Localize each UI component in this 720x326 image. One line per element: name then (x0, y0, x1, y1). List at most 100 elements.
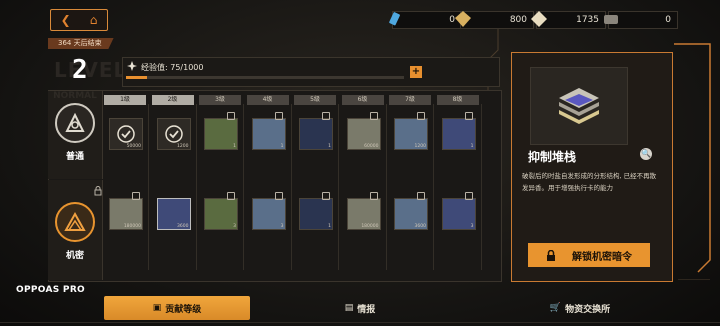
currency-value: 1735 (576, 15, 599, 25)
level-ghost-text: LEVEL (54, 58, 128, 82)
tier-name: 普通 (65, 152, 84, 162)
reward-quantity: 60000 (364, 144, 379, 149)
reward-quantity: 180000 (361, 224, 379, 229)
navy-chest-icon: 3 (441, 192, 476, 230)
reward-cell[interactable]: 3 (247, 184, 292, 270)
reward-quantity: 3 (280, 224, 284, 229)
season-timer: 364 天后结束 (48, 38, 114, 49)
back-arrow-icon[interactable]: ❮ (61, 13, 71, 27)
reward-cell[interactable]: 180000 (342, 184, 387, 270)
reward-quantity: 180000 (123, 224, 141, 229)
reward-cell[interactable]: 3600 (152, 184, 197, 270)
navy-chest-icon: 3600 (156, 198, 191, 230)
lock-icon (94, 186, 102, 196)
tab-label: 情报 (357, 304, 376, 315)
green-chest-icon: 1 (204, 112, 238, 150)
currency-potion: 0 (389, 11, 462, 29)
reward-quantity: 3600 (177, 224, 189, 229)
tab-label: 物资交换所 (565, 304, 611, 315)
reward-quantity: 3600 (414, 224, 426, 229)
tier-normal: NORMAL 普通 (48, 91, 103, 179)
exp-track (126, 76, 404, 79)
blue-chest-icon: 1 (251, 112, 286, 150)
reward-quantity: 1200 (414, 144, 426, 149)
add-exp-button[interactable]: + (410, 66, 422, 78)
lock-icon (417, 192, 425, 200)
lock-icon (464, 192, 473, 200)
reward-cell[interactable]: 3600 (389, 184, 434, 270)
tab-supply-exchange[interactable]: 🛒 物资交换所 (520, 296, 640, 320)
reward-cell[interactable]: 1 (294, 104, 339, 190)
navy-chest-icon: 1 (441, 112, 476, 150)
reward-quantity: 1 (280, 144, 284, 149)
lock-icon (322, 112, 330, 120)
unlock-secret-button[interactable]: 解锁机密暗令 (528, 243, 650, 267)
back-home-button[interactable]: ❮ ⌂ (50, 9, 108, 31)
reward-cell[interactable]: 3 (199, 184, 244, 270)
exp-fill (126, 76, 147, 79)
lock-icon (464, 112, 473, 120)
lock-icon (227, 192, 235, 200)
reward-cell[interactable]: 1200 (389, 104, 434, 190)
zoom-icon[interactable]: 🔍 (640, 148, 652, 160)
reward-cell[interactable]: 1 (437, 104, 482, 190)
item-description: 破裂后的时盐自发形成的分形结构, 已经不再散发异香。用于增强执行卡的能力 (522, 172, 657, 192)
lock-icon (322, 192, 330, 200)
blue-chest-icon: 3 (251, 192, 286, 230)
reward-quantity: 3 (470, 224, 474, 229)
document-icon: ▤ (344, 303, 354, 313)
exp-label: 经验值: 75/1000 (141, 63, 204, 72)
lock-icon (132, 192, 140, 200)
tier-name: 机密 (65, 251, 84, 261)
gem-icon (531, 11, 547, 27)
mask-icon: 1 (299, 112, 333, 150)
reward-cell[interactable]: 60000 (342, 104, 387, 190)
reward-quantity: 1 (233, 144, 236, 149)
exp-icon (127, 61, 137, 71)
reward-cell[interactable]: 1 (247, 104, 292, 190)
stack-item-icon (559, 88, 599, 124)
cash-icon: 180000 (346, 192, 381, 230)
green-chest-icon: 3 (204, 192, 238, 230)
reward-cell[interactable]: 1 (294, 184, 339, 270)
tier-secret: 机密 (48, 180, 103, 280)
tab-contribution-level[interactable]: ▣ 贡献等级 (104, 296, 250, 320)
potion-icon (389, 12, 400, 26)
currency-gold: 800 (455, 11, 534, 29)
reward-quantity: 1 (328, 224, 331, 229)
lock-icon (227, 112, 235, 120)
blue-chest-icon: 3600 (394, 192, 428, 230)
item-title: 抑制堆栈 (528, 150, 577, 164)
reward-cell[interactable]: 3 (437, 184, 482, 270)
check-icon: 50000 (109, 118, 143, 150)
currency-gem: 1735 (531, 11, 606, 29)
tab-intel[interactable]: ▤ 情报 (300, 296, 420, 320)
currency-ticket: 0 (604, 11, 678, 29)
lock-icon (369, 192, 378, 200)
cart-icon: 🛒 (549, 303, 562, 313)
ticket-icon (604, 15, 618, 24)
gift-icon: ▣ (152, 303, 162, 313)
reward-quantity: 3 (233, 224, 236, 229)
brand-watermark: OPPOAS PRO (16, 285, 86, 295)
reward-cell[interactable]: 1 (199, 104, 244, 190)
home-icon[interactable]: ⌂ (90, 13, 98, 27)
divider (0, 322, 720, 323)
cash-icon: 180000 (109, 192, 143, 230)
reward-cell[interactable]: 50000 (104, 104, 149, 190)
currency-value: 0 (665, 15, 671, 25)
level-number: 2 (72, 55, 88, 85)
reward-cell[interactable]: 1200 (152, 104, 197, 190)
reward-quantity: 1200 (177, 144, 189, 149)
currency-value: 800 (509, 15, 527, 25)
tab-label: 贡献等级 (165, 304, 202, 315)
mask-icon: 1 (299, 192, 333, 230)
lock-icon (274, 112, 283, 120)
lock-icon (274, 192, 283, 200)
normal-tier-emblem-icon (55, 103, 95, 143)
tier-ghost-text: NORMAL (53, 91, 97, 101)
reward-cell[interactable]: 180000 (104, 184, 149, 270)
reward-quantity: 1 (328, 144, 331, 149)
reward-quantity: 50000 (126, 144, 141, 149)
secret-tier-emblem-icon (55, 202, 95, 242)
